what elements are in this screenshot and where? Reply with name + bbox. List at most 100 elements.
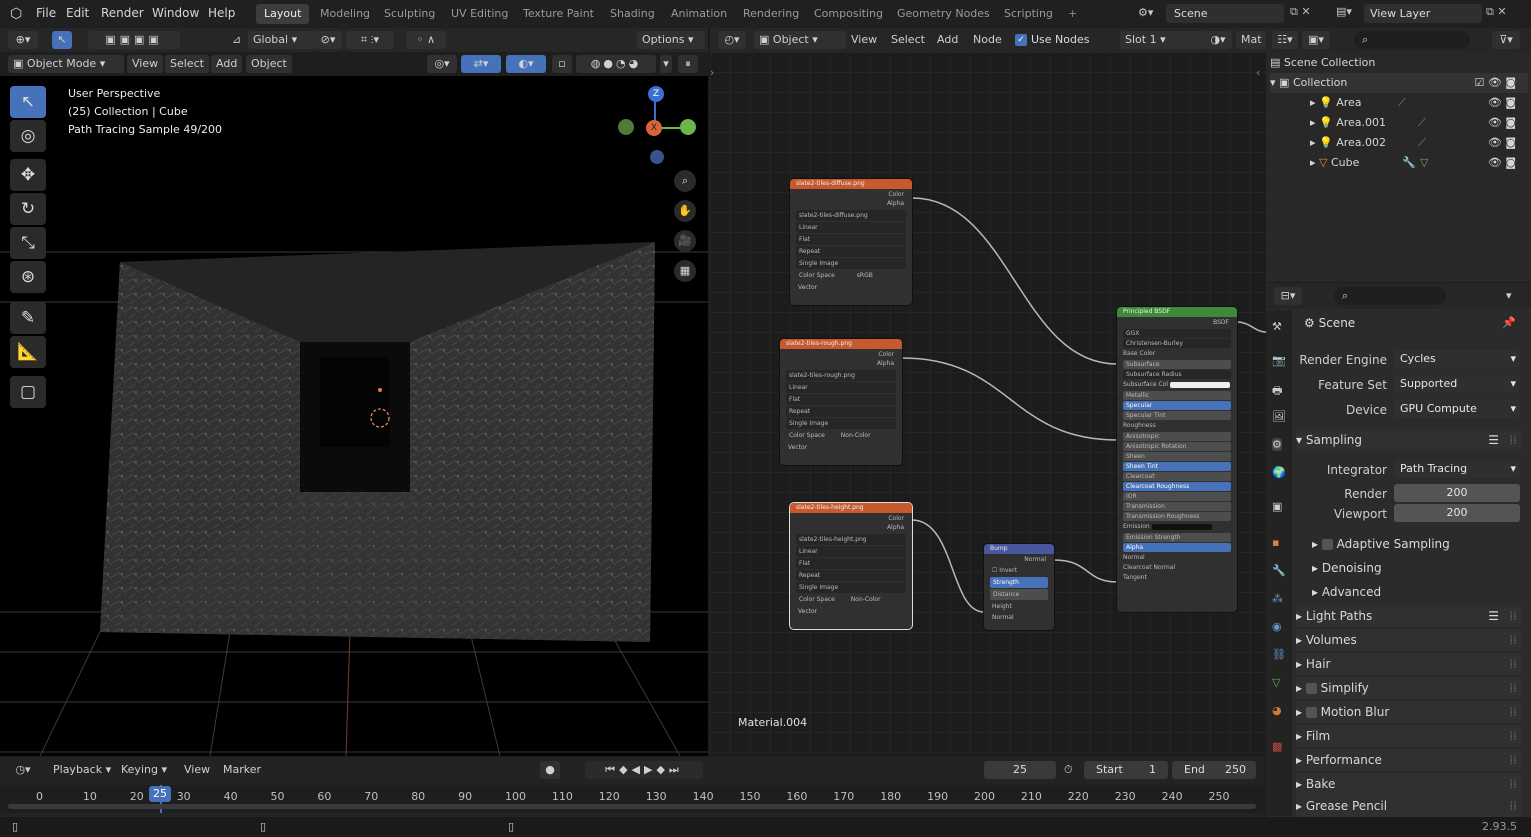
image-node-2-file[interactable]: slate2-tiles-rough.png (786, 370, 896, 381)
properties-editor-type-icon[interactable]: ⊟▾ (1274, 287, 1302, 305)
cube-visibility-icons[interactable]: 👁 ◙ (1488, 153, 1516, 173)
hair-panel[interactable]: ▸ Hair ⁞⁞ (1296, 653, 1521, 675)
area-visibility-icons[interactable]: 👁 ◙ (1488, 93, 1516, 113)
grease-pencil-panel[interactable]: ▸ Grease Pencil ⁞⁞ (1296, 795, 1521, 817)
particles-tab-icon[interactable]: ⁂ (1272, 592, 1283, 605)
image-texture-node-3[interactable]: slate2-tiles-height.png Color Alpha slat… (790, 503, 912, 629)
bsdf-subsurface-method[interactable]: Christensen-Burley (1123, 339, 1231, 348)
end-frame-field[interactable]: End 250 (1172, 761, 1256, 779)
outliner-search-input[interactable]: ⌕ (1354, 31, 1470, 49)
view-layer-field[interactable]: View Layer (1364, 4, 1482, 23)
area-002-visibility-icons[interactable]: 👁 ◙ (1488, 133, 1516, 153)
bsdf-transmission-roughness[interactable]: Transmission Roughness (1123, 512, 1231, 521)
menu-window[interactable]: Window (152, 6, 199, 20)
node-menu-select[interactable]: Select (886, 31, 930, 49)
transform-tool-icon[interactable]: ⊛ (10, 261, 46, 293)
viewport-samples-field[interactable]: 200 (1394, 504, 1520, 522)
add-workspace-icon[interactable]: + (1060, 4, 1085, 24)
camera-icon[interactable]: 🎥 (674, 230, 696, 252)
viewport-menu-add[interactable]: Add (211, 55, 243, 73)
menu-render[interactable]: Render (101, 6, 144, 20)
tab-layout[interactable]: Layout (256, 4, 310, 24)
bsdf-emission-strength[interactable]: Emission Strength (1123, 533, 1231, 542)
view-layer-icon[interactable]: ▤▾ (1336, 5, 1352, 18)
bsdf-sheen[interactable]: Sheen (1123, 452, 1231, 461)
image-node-2-projection[interactable]: Flat (786, 394, 896, 405)
playback-controls-icons[interactable]: ⏮◆◀▶◆⏭ (585, 761, 703, 779)
image-node-3-source[interactable]: Single Image (796, 582, 906, 593)
presets-icon[interactable]: ☰ (1488, 429, 1499, 451)
tab-texture-paint[interactable]: Texture Paint (515, 4, 602, 24)
bump-node[interactable]: Bump Normal ☐ Invert Strength Distance H… (984, 544, 1054, 630)
auto-keying-icon[interactable]: ● (540, 761, 560, 779)
film-panel[interactable]: ▸ Film ⁞⁞ (1296, 725, 1521, 747)
grid-ortho-icon[interactable]: ▦ (674, 260, 696, 282)
scale-tool-icon[interactable]: ⤡ (10, 227, 46, 259)
options-dropdown[interactable]: Options ▾ (637, 31, 705, 49)
denoising-subpanel[interactable]: ▸ Denoising (1312, 557, 1531, 579)
motion-blur-checkbox[interactable] (1305, 707, 1317, 718)
tab-compositing[interactable]: Compositing (806, 4, 891, 24)
tab-rendering[interactable]: Rendering (735, 4, 807, 24)
tool-tab-icon[interactable]: ⚒ (1272, 320, 1282, 333)
material-name-field[interactable]: Mat (1236, 31, 1268, 49)
collapse-left-icon[interactable]: › (710, 66, 714, 79)
drag-handle-icon[interactable]: ⁞⁞ (1509, 773, 1517, 795)
bsdf-sheen-tint[interactable]: Sheen Tint (1123, 462, 1231, 471)
image-node-1-colorspace[interactable]: Color Space sRGB (796, 270, 906, 281)
node-menu-node[interactable]: Node (968, 31, 1007, 49)
simplify-panel[interactable]: ▸ Simplify ⁞⁞ (1296, 677, 1521, 699)
principled-bsdf-node[interactable]: Principled BSDF BSDF GGX Christensen-Bur… (1117, 307, 1237, 612)
node-editor-type-icon[interactable]: ◴▾ (718, 31, 746, 49)
proportional-edit-icon[interactable]: ◦ ∧ (406, 31, 446, 49)
drag-handle-icon[interactable]: ⁞⁞ (1509, 605, 1517, 627)
constraints-tab-icon[interactable]: ⛓ (1272, 648, 1286, 661)
simplify-checkbox[interactable] (1305, 683, 1317, 694)
collapse-right-icon[interactable]: ‹ (1256, 66, 1260, 79)
scene-tab-icon[interactable]: ⚙ (1272, 438, 1282, 451)
pause-render-icon[interactable]: ⏸ (678, 55, 698, 73)
image-texture-node-2[interactable]: slate2-tiles-rough.png Color Alpha slate… (780, 339, 902, 465)
scene-field[interactable]: Scene (1166, 4, 1284, 23)
drag-handle-icon[interactable]: ⁞⁞ (1509, 749, 1517, 771)
marker-menu[interactable]: Marker (218, 761, 266, 779)
bsdf-ior[interactable]: IOR (1123, 492, 1231, 501)
timeline-editor-type-icon[interactable]: ◷▾ (8, 761, 38, 779)
collection-row[interactable]: ▾ ▣ Collection ☑ 👁 ◙ (1270, 73, 1528, 93)
drag-handle-icon[interactable]: ⁞⁞ (1509, 701, 1517, 723)
performance-panel[interactable]: ▸ Performance ⁞⁞ (1296, 749, 1521, 771)
view-layer-tab-icon[interactable]: 🖼 (1272, 410, 1286, 423)
outliner-item-area-001[interactable]: ▸ 💡 Area.001 ⟋ 👁 ◙ (1270, 113, 1528, 133)
image-texture-node-1[interactable]: slate2-tiles-diffuse.png Color Alpha sla… (790, 179, 912, 305)
bsdf-alpha[interactable]: Alpha (1123, 543, 1231, 552)
display-mode-icon[interactable]: ▣▾ (1302, 31, 1330, 49)
visibility-icon[interactable]: ◎▾ (427, 55, 457, 73)
adaptive-sampling-checkbox[interactable] (1321, 539, 1333, 550)
outliner-item-area[interactable]: ▸ 💡 Area ⟋ 👁 ◙ (1270, 93, 1528, 113)
light-paths-panel[interactable]: ▸ Light Paths ☰ ⁞⁞ (1296, 605, 1521, 627)
bsdf-metallic[interactable]: Metallic (1123, 391, 1231, 400)
zoom-icon[interactable]: ⌕ (674, 170, 696, 192)
outliner-item-cube[interactable]: ▸ ▽ Cube 🔧 ▽ 👁 ◙ (1270, 153, 1528, 173)
adaptive-sampling-subpanel[interactable]: ▸ Adaptive Sampling (1312, 533, 1531, 555)
stopwatch-icon[interactable]: ⏱ (1064, 763, 1073, 777)
measure-tool-icon[interactable]: 📐 (10, 336, 46, 368)
bsdf-subsurface-radius[interactable]: Subsurface Radius (1123, 370, 1231, 379)
bsdf-clearcoat[interactable]: Clearcoat (1123, 472, 1231, 481)
gizmo-y-axis[interactable] (680, 119, 696, 135)
render-tab-icon[interactable]: 📷 (1272, 354, 1286, 367)
outliner-editor-type-icon[interactable]: ☷▾ (1272, 31, 1298, 49)
use-nodes-checkbox[interactable]: ✓ (1015, 34, 1027, 46)
menu-help[interactable]: Help (208, 6, 235, 20)
select-box-icon[interactable]: ↖ (52, 31, 72, 49)
presets-icon[interactable]: ☰ (1488, 605, 1499, 627)
transform-orientation-icon[interactable]: ⊿ (232, 33, 241, 46)
slot-dropdown[interactable]: Slot 1 ▾ (1120, 31, 1204, 49)
snap-icon[interactable]: ⌗ ⫶▾ (346, 31, 394, 49)
image-node-1-interp[interactable]: Linear (796, 222, 906, 233)
add-cube-tool-icon[interactable]: ▢ (10, 376, 46, 408)
shader-node-editor[interactable]: slate2-tiles-diffuse.png Color Alpha sla… (710, 52, 1266, 756)
tab-shading[interactable]: Shading (602, 4, 663, 24)
pin-icon[interactable]: 📌 (1502, 316, 1516, 329)
pan-hand-icon[interactable]: ✋ (674, 200, 696, 222)
